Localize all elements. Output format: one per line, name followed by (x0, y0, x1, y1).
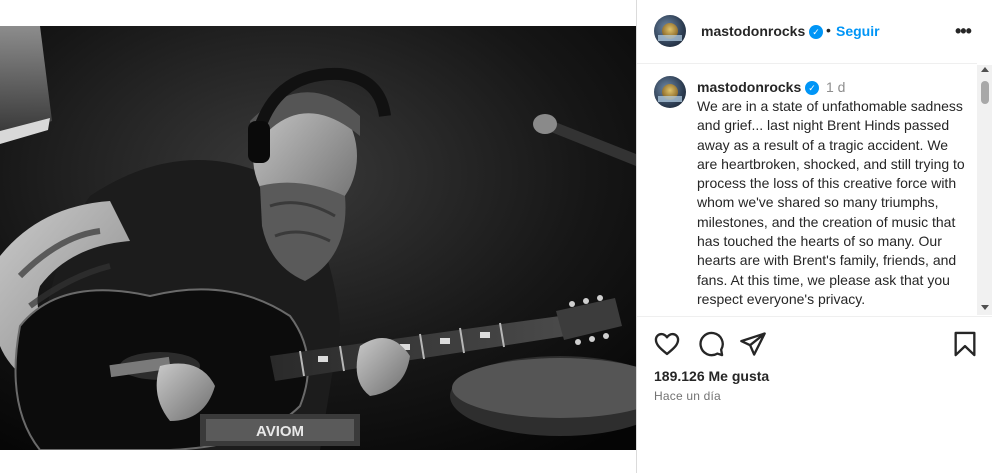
verified-badge-icon: ✓ (809, 25, 823, 39)
post-photo[interactable]: AVIOM (0, 26, 636, 450)
caption-area[interactable]: mastodonrocks ✓ 1 d We are in a state of… (637, 65, 977, 315)
avatar-band (658, 35, 682, 41)
avatar[interactable] (654, 15, 686, 47)
more-options-icon[interactable]: ••• (955, 22, 972, 40)
caption-username[interactable]: mastodonrocks (697, 79, 801, 95)
comment-bubble-icon[interactable] (697, 330, 725, 358)
avatar-band (658, 96, 682, 102)
likes-count[interactable]: 189.126 Me gusta (654, 368, 769, 384)
username-link[interactable]: mastodonrocks (701, 23, 805, 39)
verified-badge-icon: ✓ (805, 81, 819, 95)
scroll-down-arrow-icon[interactable] (981, 305, 989, 310)
guitarist-photo: AVIOM (0, 26, 636, 450)
divider (637, 316, 992, 317)
aviom-label: AVIOM (256, 423, 304, 440)
dot-separator: • (826, 22, 831, 38)
bookmark-icon[interactable] (951, 330, 979, 358)
post-time-ago[interactable]: Hace un día (654, 389, 721, 403)
heart-icon[interactable] (653, 330, 681, 358)
caption-text: We are in a state of unfathomable sadnes… (697, 98, 965, 307)
paper-plane-icon[interactable] (739, 330, 767, 358)
scroll-thumb[interactable] (981, 81, 989, 104)
post-side-panel: mastodonrocks ✓ • Seguir ••• mastodonroc… (636, 0, 992, 473)
caption-timestamp[interactable]: 1 d (826, 79, 845, 95)
post-header: mastodonrocks ✓ • Seguir ••• (637, 0, 977, 64)
caption-avatar[interactable] (654, 76, 686, 108)
scroll-up-arrow-icon[interactable] (981, 67, 989, 72)
follow-button[interactable]: Seguir (836, 23, 880, 39)
caption-scrollbar[interactable] (977, 65, 992, 315)
